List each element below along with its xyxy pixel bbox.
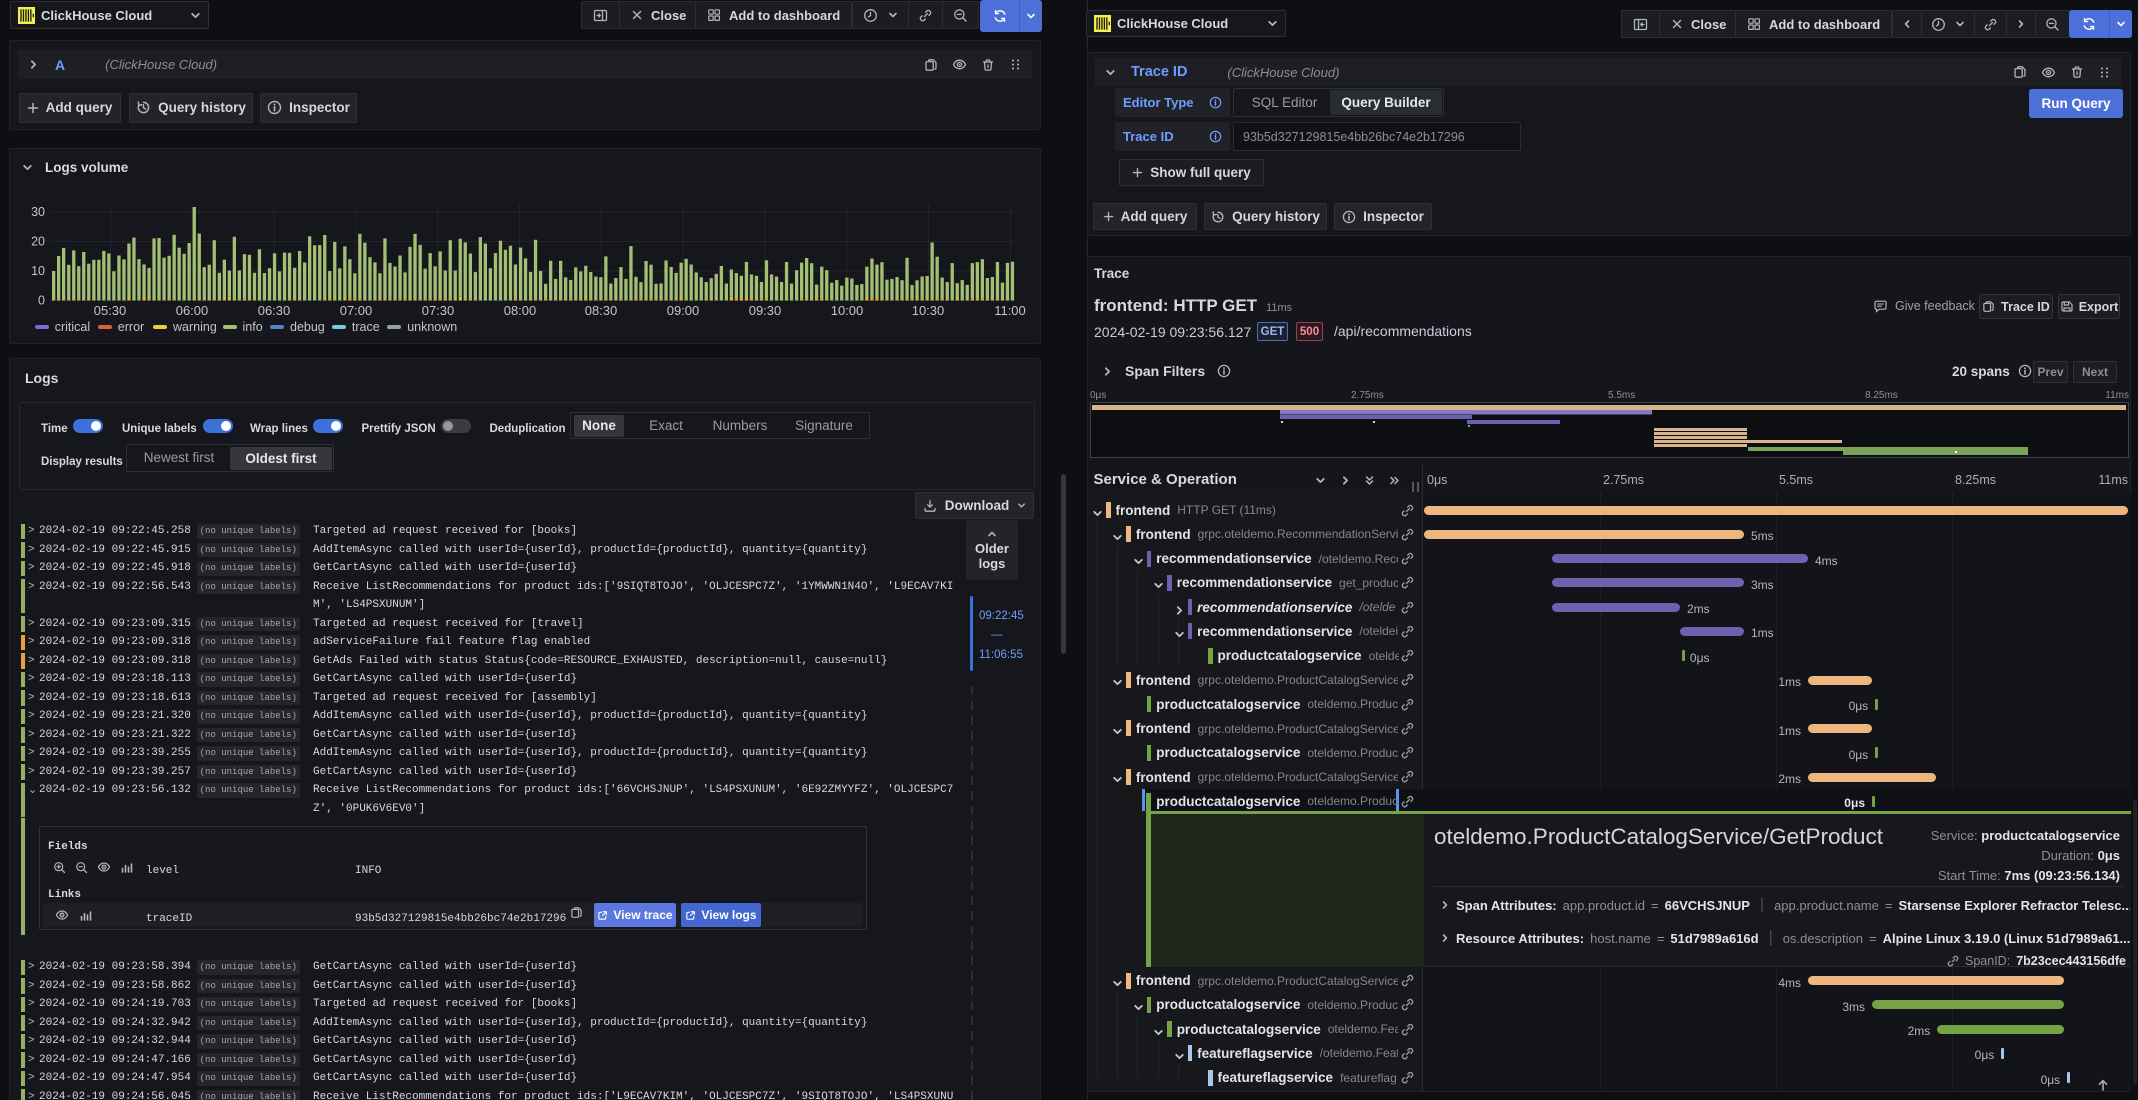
svg-text:5.5ms: 5.5ms xyxy=(1608,390,1635,401)
svg-text:8.25ms: 8.25ms xyxy=(1865,390,1898,401)
svg-text:11ms: 11ms xyxy=(2105,390,2129,401)
svg-text:2.75ms: 2.75ms xyxy=(1351,390,1384,401)
svg-text:0μs: 0μs xyxy=(1090,390,1106,401)
